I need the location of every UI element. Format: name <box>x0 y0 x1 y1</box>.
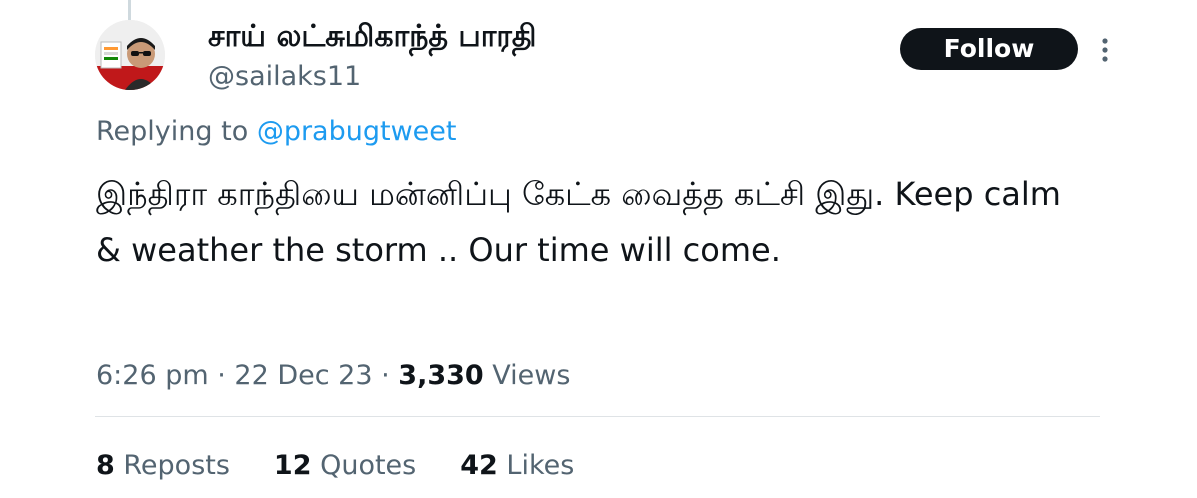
reposts-count: 8 <box>96 450 115 481</box>
meta-separator: · <box>372 360 399 391</box>
reply-mention-link[interactable]: @prabugtweet <box>257 116 457 147</box>
quotes-count: 12 <box>273 450 312 481</box>
author-handle[interactable]: @sailaks11 <box>208 58 361 96</box>
replying-to-line: Replying to @prabugtweet <box>96 112 456 152</box>
replying-to-label: Replying to <box>96 116 257 147</box>
engagement-stats: 8 Reposts 12 Quotes 42 Likes <box>96 446 618 486</box>
tweet-meta: 6:26 pm · 22 Dec 23 · 3,330 Views <box>96 356 570 396</box>
views-count: 3,330 <box>398 360 484 391</box>
meta-separator: · <box>208 360 235 391</box>
tweet-body-text: இந்திரா காந்தியை மன்னிப்பு கேட்க வைத்த க… <box>96 175 1072 269</box>
stats-divider <box>95 416 1100 417</box>
likes-count: 42 <box>460 450 498 481</box>
reposts-stat[interactable]: 8 Reposts <box>96 446 230 486</box>
author-display-name[interactable]: சாய் லட்சுமிகாந்த் பாரதி <box>208 16 537 58</box>
likes-label: Likes <box>497 450 575 481</box>
tweet-date[interactable]: 22 Dec 23 <box>234 360 372 391</box>
follow-button[interactable]: Follow <box>900 28 1078 70</box>
author-avatar[interactable] <box>95 20 165 90</box>
views-label: Views <box>483 360 571 391</box>
reposts-label: Reposts <box>114 450 230 481</box>
thread-connector-line <box>128 0 131 20</box>
tweet-time[interactable]: 6:26 pm <box>96 360 209 391</box>
likes-stat[interactable]: 42 Likes <box>460 446 574 486</box>
quotes-label: Quotes <box>311 450 417 481</box>
more-vertical-icon[interactable] <box>1096 36 1114 64</box>
quotes-stat[interactable]: 12 Quotes <box>274 446 416 486</box>
profile-avatar-icon <box>95 20 165 90</box>
